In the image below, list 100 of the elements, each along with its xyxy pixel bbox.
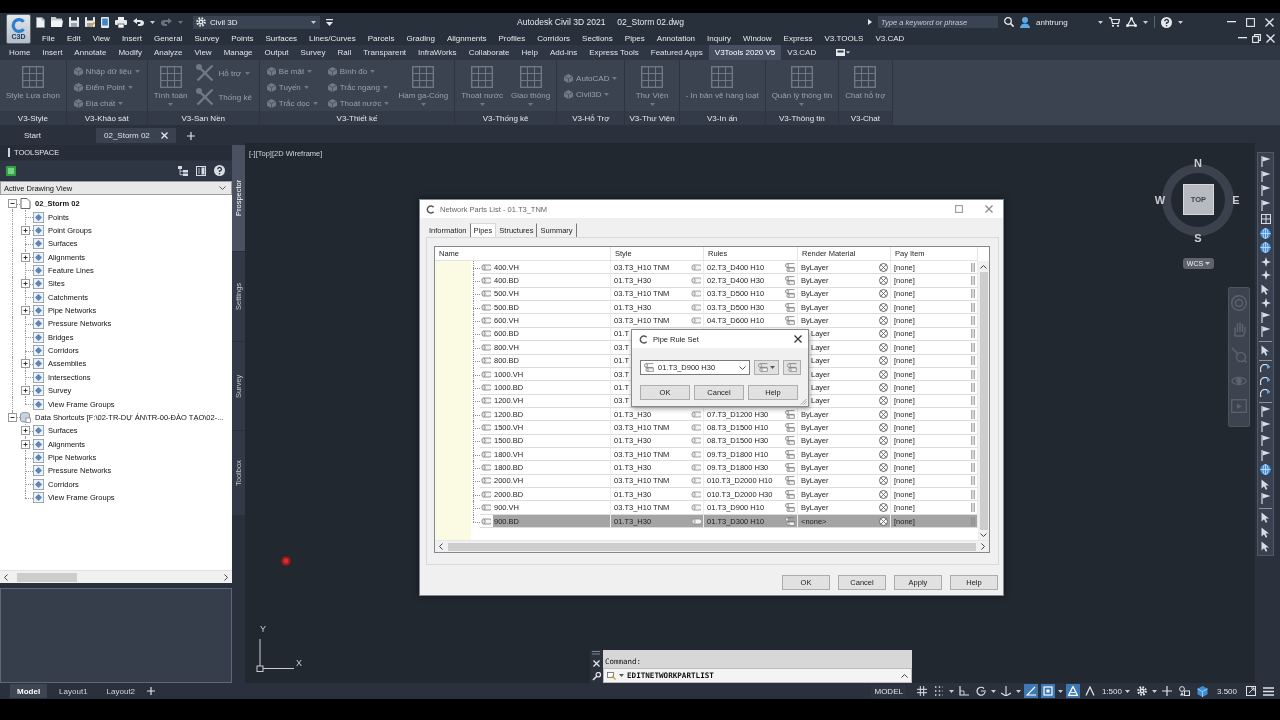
ribbon-tab[interactable]: Survey xyxy=(294,45,332,60)
user-name[interactable]: anhtrung xyxy=(1036,17,1092,27)
plus-icon[interactable] xyxy=(21,225,30,235)
undo-icon[interactable] xyxy=(133,18,144,26)
isolate-icon[interactable] xyxy=(1178,686,1190,696)
menu-item[interactable]: Parcels xyxy=(361,33,401,43)
redo-icon[interactable] xyxy=(161,18,172,26)
ribbon-tab[interactable]: V3.CAD xyxy=(781,45,823,60)
menu-item[interactable]: Annotation xyxy=(650,33,702,43)
sparkle-icon[interactable] xyxy=(1260,298,1271,308)
flag-icon[interactable] xyxy=(1260,493,1271,504)
customize-icon[interactable] xyxy=(326,18,333,26)
chevron-right-icon[interactable] xyxy=(981,543,985,550)
mobile-icon[interactable] xyxy=(101,16,109,28)
flag-icon[interactable] xyxy=(1260,449,1271,461)
scroll-thumb[interactable] xyxy=(17,572,77,582)
status-toggle[interactable] xyxy=(956,684,971,698)
scroll-thumb[interactable] xyxy=(979,272,988,530)
pointer-icon[interactable] xyxy=(1261,283,1270,295)
grid-icon[interactable] xyxy=(1260,214,1271,224)
close-icon[interactable] xyxy=(794,335,802,343)
plus-icon[interactable] xyxy=(21,252,30,262)
help-icon[interactable] xyxy=(214,165,225,176)
ribbon-tab[interactable]: Annotate xyxy=(68,45,113,60)
chevron-right-icon[interactable] xyxy=(224,573,228,581)
ribbon-tab[interactable]: View xyxy=(188,45,218,60)
compass-letter[interactable]: N xyxy=(1194,157,1202,169)
plus-icon[interactable] xyxy=(21,306,30,316)
status-toggle[interactable] xyxy=(998,684,1013,698)
menu-icon[interactable] xyxy=(1263,686,1274,696)
globe-icon[interactable] xyxy=(1260,464,1271,475)
curved-arrow-icon[interactable] xyxy=(1260,389,1271,398)
flag-icon[interactable] xyxy=(1260,406,1271,417)
pointer-icon[interactable] xyxy=(1261,345,1270,356)
horizontal-scrollbar[interactable] xyxy=(0,570,232,583)
menu-item[interactable]: Corridors xyxy=(531,33,577,43)
ribbon-tab[interactable]: Help xyxy=(515,45,544,60)
pointer-icon[interactable] xyxy=(1261,541,1270,552)
menu-item[interactable]: Alignments xyxy=(440,33,493,43)
document-icon[interactable] xyxy=(36,16,45,28)
ribbon-tab[interactable]: Featured Apps xyxy=(644,45,709,60)
curved-arrow-icon[interactable] xyxy=(1260,364,1271,373)
menu-item[interactable]: Express xyxy=(777,33,819,43)
flag-icon[interactable] xyxy=(1260,156,1271,167)
plus-icon[interactable] xyxy=(21,386,30,396)
menu-item[interactable]: Lines/Curves xyxy=(303,33,362,43)
flag-icon[interactable] xyxy=(1260,170,1271,182)
ribbon-tab[interactable]: Express Tools xyxy=(583,45,645,60)
menu-item[interactable]: Grading xyxy=(400,33,441,43)
ribbon-tab[interactable]: Transparent xyxy=(357,45,413,60)
pointer-icon[interactable] xyxy=(1261,526,1270,538)
layout-tab[interactable]: Model xyxy=(10,684,48,698)
status-toggle[interactable] xyxy=(973,684,988,698)
edit-rules-button[interactable] xyxy=(754,360,779,375)
menu-item[interactable]: Pipes xyxy=(618,33,651,43)
file-tab[interactable]: Start xyxy=(16,128,96,143)
menu-item[interactable]: Insert xyxy=(115,33,148,43)
menu-item[interactable]: General xyxy=(147,33,189,43)
compass-letter[interactable]: S xyxy=(1194,232,1202,244)
globe-icon[interactable] xyxy=(1260,242,1271,253)
menu-item[interactable]: File xyxy=(36,33,61,43)
ribbon-tab[interactable]: InfraWorks xyxy=(412,45,463,60)
ribbon-tab[interactable]: Modify xyxy=(112,45,148,60)
ribbon-tab[interactable]: Collaborate xyxy=(462,45,516,60)
annotation-scale-button[interactable]: 1:500 xyxy=(1099,686,1132,696)
minus-icon[interactable] xyxy=(8,412,17,422)
ribbon-tab[interactable]: Rail xyxy=(331,45,358,60)
menu-item[interactable]: Window xyxy=(737,33,778,43)
folder-icon[interactable] xyxy=(51,17,63,27)
layout-tab[interactable]: Layout1 xyxy=(52,684,95,698)
plus-icon[interactable] xyxy=(21,426,30,436)
status-toggle[interactable] xyxy=(1065,684,1080,698)
menu-item[interactable]: Edit xyxy=(60,33,87,43)
pointer-icon[interactable] xyxy=(1261,478,1270,490)
hexagon-icon[interactable] xyxy=(1196,685,1208,697)
help-icon[interactable] xyxy=(1161,16,1172,28)
chevron-left-icon[interactable] xyxy=(4,573,8,581)
triangle-right-icon[interactable] xyxy=(868,19,872,25)
horizontal-scrollbar[interactable] xyxy=(435,540,989,552)
file-tab[interactable]: 02_Storm 02 xyxy=(96,128,176,143)
pointer-icon[interactable] xyxy=(1261,512,1270,523)
drawing-canvas[interactable] xyxy=(245,143,1255,683)
ribbon-tab[interactable]: Home xyxy=(3,45,37,60)
chevron-down-icon[interactable] xyxy=(980,533,987,537)
flag-icon[interactable] xyxy=(1260,199,1271,211)
flag-icon[interactable] xyxy=(1260,185,1271,196)
workspace-dropdown[interactable]: Civil 3D xyxy=(193,15,320,29)
menu-item[interactable]: Points xyxy=(225,33,260,43)
plus-icon[interactable] xyxy=(21,359,30,369)
gear-icon[interactable] xyxy=(1136,686,1147,696)
menu-item[interactable]: Profiles xyxy=(492,33,532,43)
chevron-up-icon[interactable] xyxy=(980,265,987,269)
menu-item[interactable]: Sections xyxy=(576,33,619,43)
status-toggle[interactable] xyxy=(914,684,929,698)
tree-view-icon[interactable] xyxy=(178,165,188,176)
flag-icon[interactable] xyxy=(1260,311,1271,323)
ribbon-tab[interactable]: Add-ins xyxy=(544,45,584,60)
ribbon-tab[interactable]: Insert xyxy=(36,45,69,60)
status-toggle[interactable] xyxy=(1023,684,1038,698)
minimize-icon[interactable] xyxy=(1238,37,1247,39)
